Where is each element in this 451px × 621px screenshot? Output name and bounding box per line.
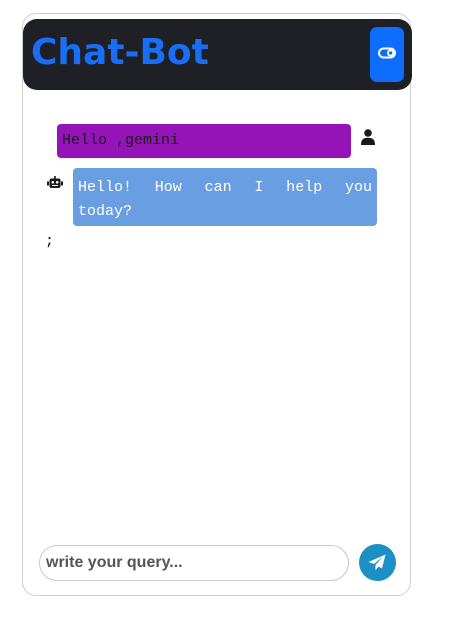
stray-text: ; [45, 233, 55, 250]
robot-icon [47, 176, 63, 194]
user-message: Hello ,gemini [57, 124, 351, 158]
user-icon [361, 129, 375, 150]
page-title: Chat-Bot [31, 32, 209, 73]
toggle-icon [378, 47, 396, 59]
theme-toggle-button[interactable] [370, 27, 404, 82]
send-button[interactable] [359, 544, 396, 581]
query-input[interactable] [39, 545, 349, 581]
chat-window: Chat-Bot Hello ,gemini Hello! How can I … [22, 13, 412, 596]
send-icon [368, 554, 386, 571]
bot-message: Hello! How can I help you today? [73, 168, 377, 226]
chat-header: Chat-Bot [23, 19, 412, 90]
